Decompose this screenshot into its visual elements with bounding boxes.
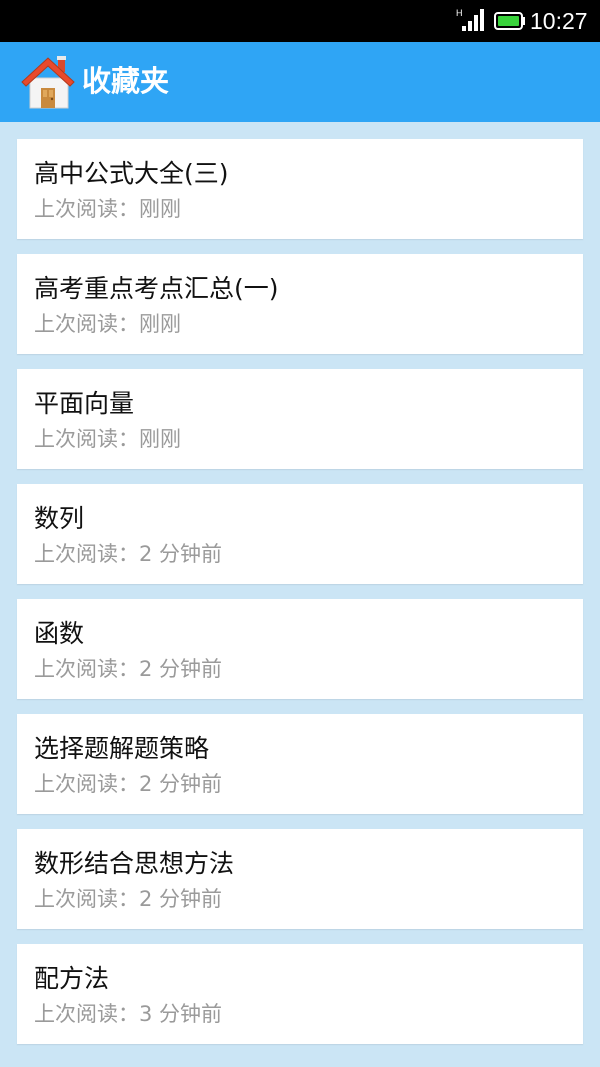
favorite-title: 高考重点考点汇总(一) (34, 274, 279, 303)
status-clock: 10:27 (530, 8, 588, 34)
signal-icon: H (456, 8, 484, 31)
favorite-last-read: 上次阅读：2 分钟前 (34, 772, 223, 796)
battery-icon (494, 12, 525, 30)
favorites-list: 高中公式大全(三) 上次阅读：刚刚 高考重点考点汇总(一) 上次阅读：刚刚 平面… (17, 139, 583, 1059)
favorite-last-read: 上次阅读：刚刚 (34, 197, 181, 221)
favorite-last-read: 上次阅读：2 分钟前 (34, 542, 223, 566)
favorite-title: 配方法 (34, 964, 110, 993)
favorite-title: 高中公式大全(三) (34, 159, 229, 188)
favorite-item[interactable]: 平面向量 上次阅读：刚刚 (17, 369, 583, 469)
network-type-label: H (456, 8, 463, 18)
favorite-item[interactable]: 高中公式大全(三) 上次阅读：刚刚 (17, 139, 583, 239)
favorite-title: 数列 (34, 504, 85, 533)
favorite-item[interactable]: 选择题解题策略 上次阅读：2 分钟前 (17, 714, 583, 814)
favorite-item[interactable]: 数形结合思想方法 上次阅读：2 分钟前 (17, 829, 583, 929)
status-bar: H 10:27 (0, 0, 600, 42)
favorite-item[interactable]: 高考重点考点汇总(一) 上次阅读：刚刚 (17, 254, 583, 354)
favorite-title: 选择题解题策略 (34, 734, 210, 763)
favorite-title: 数形结合思想方法 (34, 849, 235, 878)
favorite-item[interactable]: 数列 上次阅读：2 分钟前 (17, 484, 583, 584)
favorite-last-read: 上次阅读：2 分钟前 (34, 657, 223, 681)
favorite-item[interactable]: 配方法 上次阅读：3 分钟前 (17, 944, 583, 1044)
favorite-item[interactable]: 函数 上次阅读：2 分钟前 (17, 599, 583, 699)
favorite-title: 函数 (34, 619, 85, 648)
favorite-last-read: 上次阅读：2 分钟前 (34, 887, 223, 911)
favorite-title: 平面向量 (34, 389, 135, 418)
app-bar: 收藏夹 (0, 42, 600, 122)
favorite-last-read: 上次阅读：刚刚 (34, 312, 181, 336)
home-icon[interactable] (20, 52, 76, 110)
favorite-last-read: 上次阅读：刚刚 (34, 427, 181, 451)
favorite-last-read: 上次阅读：3 分钟前 (34, 1002, 223, 1026)
page-title: 收藏夹 (82, 64, 170, 98)
